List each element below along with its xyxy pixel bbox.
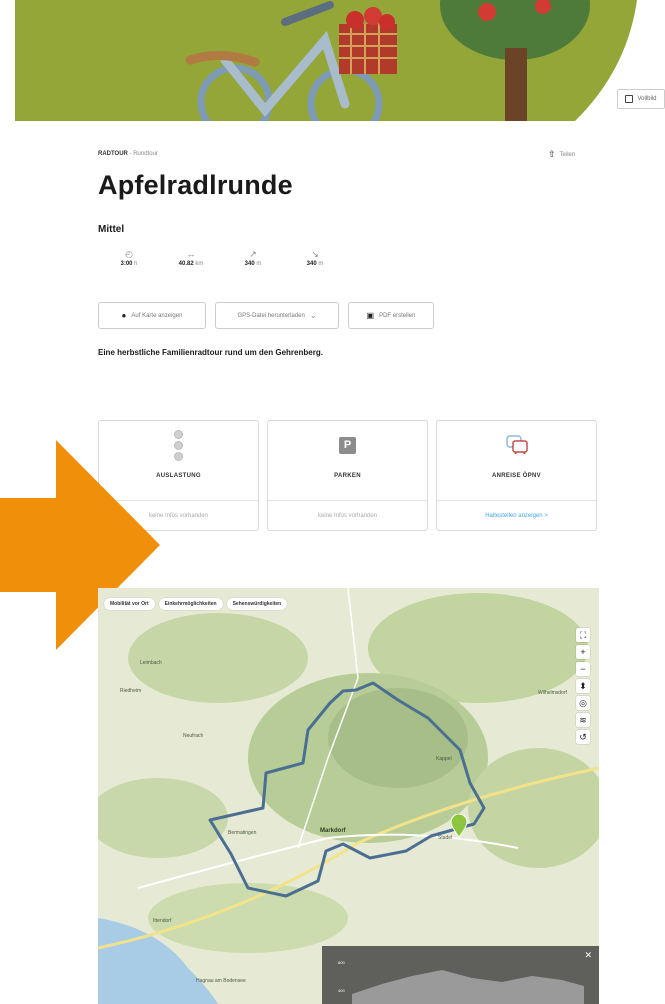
share-label: Teilen xyxy=(559,151,576,158)
place-label: Ittendorf xyxy=(153,918,172,924)
place-label: Hagnau am Bodensee xyxy=(196,978,246,984)
share-icon: ⇧ xyxy=(548,149,556,159)
stat-distance: ↔ 40.82 km xyxy=(160,249,222,267)
tour-subtype: - Rundtour xyxy=(127,151,158,157)
distance-icon: ↔ xyxy=(186,249,196,259)
action-bar: ● Auf Karte anzeigen GPS-Datei herunterl… xyxy=(98,302,434,329)
stat-descent: ↘ 340 m xyxy=(284,249,346,267)
place-label: Bermatingen xyxy=(228,830,257,836)
pdf-button[interactable]: ▣ PDF erstellen xyxy=(348,302,434,329)
place-label: Wilhelmsdorf xyxy=(538,690,567,696)
zoom-in-icon[interactable]: + xyxy=(576,645,590,659)
map-controls: ⛶ + − ⬍ ◎ ≋ ↺ xyxy=(576,628,590,744)
hero-image: Vollbild xyxy=(15,0,665,121)
descent-value: 340 xyxy=(306,261,317,267)
map-fullscreen-icon[interactable]: ⛶ xyxy=(576,628,590,642)
hero-illustration xyxy=(15,0,665,121)
parking-icon: P xyxy=(339,436,356,454)
place-label: Neufrach xyxy=(183,733,204,739)
duration-value: 3:00 xyxy=(120,261,133,267)
reset-icon[interactable]: ↺ xyxy=(576,730,590,744)
card-transport-title: ANREISE ÖPNV xyxy=(492,473,541,479)
tour-map[interactable]: Mobilität vor Ort Einkehrmöglichkeiten S… xyxy=(98,588,599,1004)
distance-unit: km xyxy=(195,261,204,267)
place-label: Riedheim xyxy=(120,688,142,694)
elevation-chart xyxy=(352,970,584,1004)
locate-icon[interactable]: ◎ xyxy=(576,696,590,710)
map-terrain xyxy=(98,588,599,1004)
chip-sights[interactable]: Sehenswürdigkeiten xyxy=(226,598,288,610)
descent-icon: ↘ xyxy=(311,249,319,259)
chip-mobility[interactable]: Mobilität vor Ort xyxy=(104,598,155,610)
pdf-icon: ▣ xyxy=(366,311,375,320)
fullscreen-button[interactable]: Vollbild xyxy=(617,89,665,109)
place-label: Markdorf xyxy=(320,828,346,834)
distance-value: 40.82 xyxy=(178,261,194,267)
page-title: Apfelradlrunde xyxy=(98,170,293,200)
tour-stats: ◴ 3:00 h ↔ 40.82 km ↗ 340 m ↘ 340 m xyxy=(98,249,346,267)
clock-icon: ◴ xyxy=(125,249,133,259)
share-button[interactable]: ⇧ Teilen xyxy=(548,149,575,160)
chip-restaurants[interactable]: Einkehrmöglichkeiten xyxy=(158,598,223,610)
card-parking-title: PARKEN xyxy=(334,473,361,479)
show-stops-link[interactable]: Haltestellen anzeigen > xyxy=(437,500,596,530)
layers-icon[interactable]: ≋ xyxy=(576,713,590,727)
gps-download-label: GPS-Datei herunterladen xyxy=(237,312,305,319)
ascent-unit: m xyxy=(256,261,262,267)
show-on-map-label: Auf Karte anzeigen xyxy=(131,312,183,319)
fullscreen-label: Vollbild xyxy=(637,96,657,102)
chevron-down-icon: ⌄ xyxy=(309,311,317,320)
card-public-transport[interactable]: ANREISE ÖPNV Haltestellen anzeigen > xyxy=(436,420,597,531)
fullscreen-icon xyxy=(625,95,634,103)
difficulty-label: Mittel xyxy=(98,224,125,235)
start-pin-icon[interactable] xyxy=(450,814,468,838)
gps-download-button[interactable]: GPS-Datei herunterladen ⌄ xyxy=(215,302,339,329)
place-label: Leimbach xyxy=(140,660,162,666)
stat-ascent: ↗ 340 m xyxy=(222,249,284,267)
ascent-icon: ↗ xyxy=(249,249,257,259)
info-cards: AUSLASTUNG keine Infos vorhanden P PARKE… xyxy=(98,420,597,531)
stat-duration: ◴ 3:00 h xyxy=(98,249,160,267)
tour-type: RADTOUR - Rundtour xyxy=(98,151,158,157)
descent-unit: m xyxy=(318,261,324,267)
duration-unit: h xyxy=(134,261,138,267)
map-pin-icon: ● xyxy=(121,311,127,320)
show-on-map-button[interactable]: ● Auf Karte anzeigen xyxy=(98,302,206,329)
tour-tagline: Eine herbstliche Familienradtour rund um… xyxy=(98,348,323,357)
card-parking-footer: keine Infos vorhanden xyxy=(268,500,427,530)
bus-train-icon xyxy=(505,435,528,455)
place-label: Kappel xyxy=(436,756,452,762)
ascent-value: 340 xyxy=(244,261,255,267)
card-parking[interactable]: P PARKEN keine Infos vorhanden xyxy=(267,420,428,531)
tour-category: RADTOUR xyxy=(98,151,128,157)
pdf-label: PDF erstellen xyxy=(379,312,416,319)
map-filter-chips: Mobilität vor Ort Einkehrmöglichkeiten S… xyxy=(104,598,288,610)
elevation-profile[interactable]: ✕ 600 400 xyxy=(322,946,599,1004)
compass-icon[interactable]: ⬍ xyxy=(576,679,590,693)
zoom-out-icon[interactable]: − xyxy=(576,662,590,676)
